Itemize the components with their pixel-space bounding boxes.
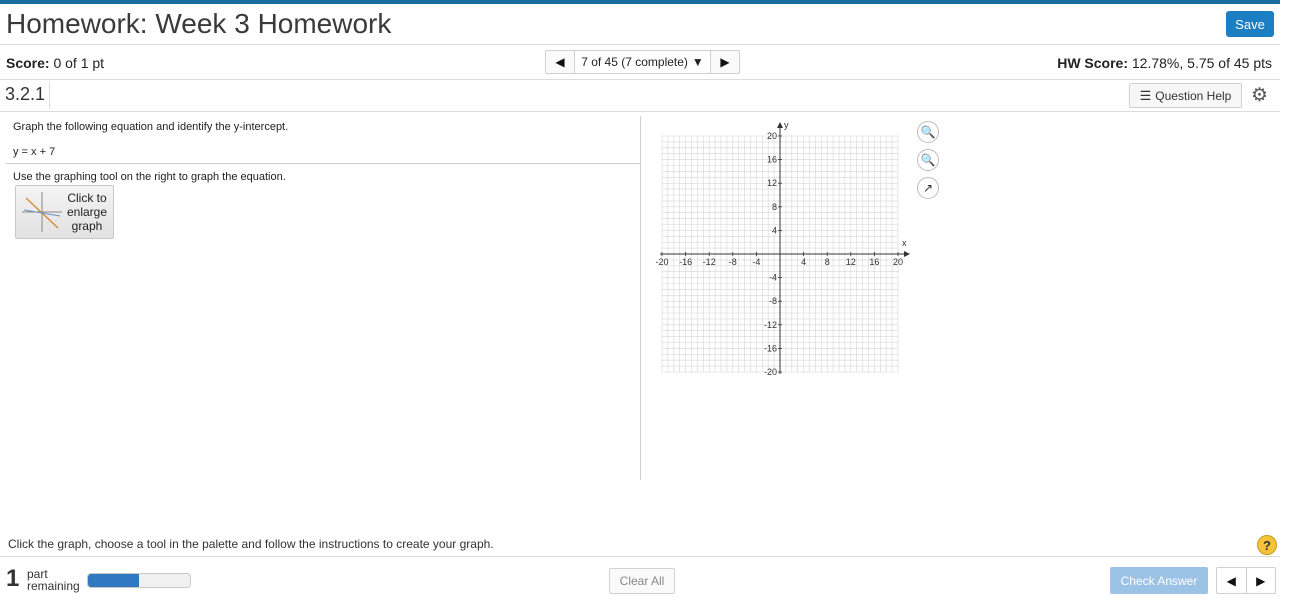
question-number: 3.2.1 [5,84,46,104]
hw-score-value: 12.78%, 5.75 of 45 pts [1131,55,1272,71]
score-display: Score: 0 of 1 pt [6,55,104,71]
question-help-label: Question Help [1155,88,1232,103]
divider [6,163,640,164]
external-link-icon: ↗ [922,181,934,195]
coordinate-grid[interactable]: x y -20 -16 -12 -8 -4 4 8 12 16 20 20 16 12 8 4 -4 -8 -12 -1… [650,118,920,382]
clear-all-button[interactable]: Clear All [609,568,675,594]
x-tick-label: 12 [846,257,856,267]
y-tick-label: 8 [772,202,777,212]
equation-text: y = x + 7 [13,146,56,158]
y-tick-label: -16 [764,343,777,353]
answer-pager: ◀ ▶ [1216,567,1276,594]
divider [0,556,1280,557]
tool-instruction: Use the graphing tool on the right to gr… [13,171,286,183]
parts-remaining-word: remaining [27,579,80,593]
y-tick-label: 20 [767,131,777,141]
score-value: 0 of 1 pt [53,55,105,71]
zoom-in-icon: 🔍 [920,125,936,139]
x-tick-label: -20 [655,257,668,267]
zoom-in-button[interactable]: 🔍 [917,121,939,143]
open-external-button[interactable]: ↗ [917,177,939,199]
save-button[interactable]: Save [1226,11,1274,37]
x-axis-arrow [904,251,910,257]
page-title: Homework: Week 3 Homework [6,8,392,39]
x-tick-label: -16 [679,257,692,267]
question-selector[interactable]: 7 of 45 (7 complete) ▼ [574,51,711,73]
help-icon[interactable]: ? [1257,535,1277,555]
zoom-out-button[interactable]: 🔍 [917,149,939,171]
x-axis-label: x [902,238,907,248]
prev-question-button[interactable]: ◀ [546,51,574,73]
arrow-right-icon: ▶ [1256,573,1266,588]
question-position: 7 of 45 (7 complete) [581,55,688,69]
x-tick-label: -12 [703,257,716,267]
caret-down-icon: ▼ [691,55,704,69]
arrow-left-icon: ◀ [1226,573,1236,588]
check-answer-button[interactable]: Check Answer [1110,567,1208,594]
graph-thumbnail-icon [22,192,62,232]
progress-bar [87,573,191,588]
y-axis-arrow [777,122,783,128]
prev-part-button[interactable]: ◀ [1217,568,1246,593]
y-tick-label: -20 [764,367,777,377]
divider [0,111,1280,112]
divider [0,44,1280,45]
x-tick-label: 16 [869,257,879,267]
y-tick-label: -8 [769,296,777,306]
x-tick-label: 4 [801,257,806,267]
hw-score-display: HW Score: 12.78%, 5.75 of 45 pts [1057,55,1272,71]
list-icon: ☰ [1139,87,1152,103]
enlarge-label-line: enlarge [66,205,108,219]
x-tick-label: -8 [729,257,737,267]
next-question-button[interactable]: ▶ [711,51,739,73]
hw-score-label: HW Score: [1057,55,1128,71]
enlarge-graph-button[interactable]: Click to enlarge graph [15,185,114,239]
parts-remaining-count: 1 [6,565,20,592]
progress-fill [88,574,139,587]
footer-instruction: Click the graph, choose a tool in the pa… [8,537,494,551]
gear-icon[interactable]: ⚙ [1251,84,1268,107]
question-instruction: Graph the following equation and identif… [13,121,289,133]
y-axis-label: y [784,120,789,130]
enlarge-label-line: graph [71,219,103,233]
question-help-button[interactable]: ☰ Question Help [1129,83,1242,108]
arrow-right-icon: ▶ [720,55,730,69]
y-tick-label: -4 [769,273,777,283]
divider [640,116,641,480]
divider [0,79,1280,80]
x-tick-label: -4 [752,257,760,267]
divider [49,81,50,109]
y-tick-label: -12 [764,320,777,330]
x-tick-label: 20 [893,257,903,267]
top-accent-rule [0,0,1280,4]
x-tick-label: 8 [825,257,830,267]
y-tick-label: 16 [767,155,777,165]
y-tick-label: 4 [772,225,777,235]
next-part-button[interactable]: ▶ [1245,568,1276,593]
question-navigator: ◀ 7 of 45 (7 complete) ▼ ▶ [545,50,740,74]
y-tick-label: 12 [767,178,777,188]
enlarge-label-line: Click to [67,191,107,205]
parts-remaining-label: part remaining [27,568,80,592]
arrow-left-icon: ◀ [555,55,565,69]
score-label: Score: [6,55,50,71]
zoom-out-icon: 🔍 [920,153,936,167]
graph-area[interactable]: x y -20 -16 -12 -8 -4 4 8 12 16 20 20 16 12 8 4 -4 -8 -12 -1… [650,118,920,382]
enlarge-graph-label: Click to enlarge graph [64,191,110,233]
